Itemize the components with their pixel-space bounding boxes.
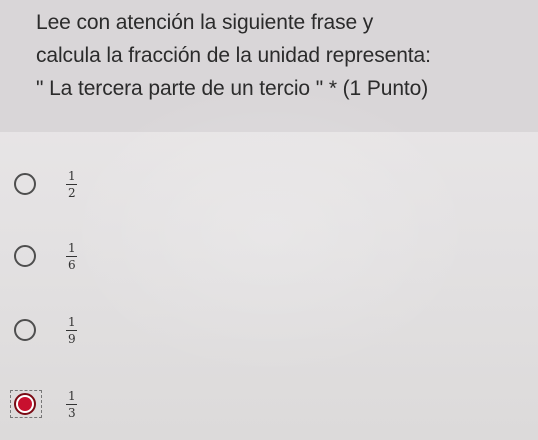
- fraction-numerator: 1: [68, 314, 76, 329]
- answer-options: 1 2 1 6 1 9 1 3: [0, 132, 538, 440]
- radio-button[interactable]: [14, 245, 36, 267]
- fraction-label: 1 3: [66, 390, 78, 419]
- question-text: Lee con atención la siguiente frase y ca…: [36, 6, 530, 105]
- option-one-third[interactable]: 1 3: [8, 376, 308, 432]
- question-line-1: Lee con atención la siguiente frase y: [36, 11, 374, 34]
- option-one-half[interactable]: 1 2: [8, 156, 308, 212]
- question-line-3: " La tercera parte de un tercio " * (1 P…: [36, 77, 429, 100]
- radio-button[interactable]: [14, 319, 36, 341]
- option-one-ninth[interactable]: 1 9: [8, 302, 308, 358]
- fraction-denominator: 9: [68, 331, 76, 346]
- fraction-denominator: 3: [68, 405, 76, 420]
- fraction-label: 1 6: [66, 242, 78, 271]
- quiz-page: Lee con atención la siguiente frase y ca…: [0, 0, 538, 440]
- radio-button[interactable]: [14, 173, 36, 195]
- fraction-label: 1 9: [66, 316, 78, 345]
- question-header: Lee con atención la siguiente frase y ca…: [0, 0, 538, 132]
- fraction-label: 1 2: [66, 170, 78, 199]
- option-one-sixth[interactable]: 1 6: [8, 228, 308, 284]
- fraction-numerator: 1: [68, 388, 76, 403]
- radio-button-selected[interactable]: [14, 393, 36, 415]
- radio-selected-dot: [18, 397, 32, 411]
- fraction-denominator: 2: [68, 185, 76, 200]
- question-line-2: calcula la fracción de la unidad represe…: [36, 44, 431, 67]
- fraction-denominator: 6: [68, 257, 76, 272]
- fraction-numerator: 1: [68, 240, 76, 255]
- fraction-numerator: 1: [68, 168, 76, 183]
